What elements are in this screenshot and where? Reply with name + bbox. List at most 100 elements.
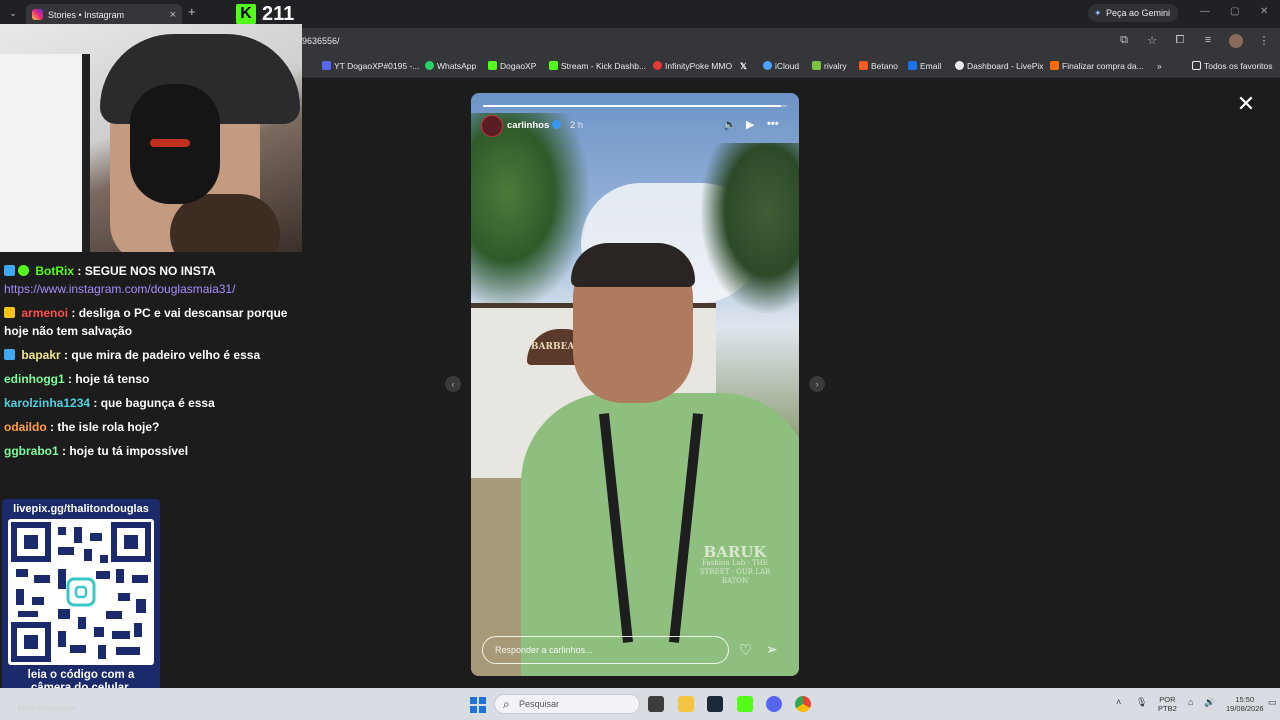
bookmark-item[interactable]: rivalry <box>812 61 847 71</box>
chat-message: ggbrabo1 : hoje tu tá impossível <box>0 442 300 460</box>
language-indicator[interactable]: POR PTB2 <box>1158 695 1177 713</box>
all-favorites-folder[interactable]: Todos os favoritos <box>1192 61 1273 71</box>
steam-icon[interactable] <box>707 696 723 712</box>
bookmark-item[interactable]: Finalizar compra da... <box>1050 61 1144 71</box>
livepix-qr-panel: livepix.gg/thalitondouglas leia o código… <box>2 499 160 701</box>
play-icon[interactable]: ▶ <box>746 118 754 131</box>
qr-caption-line1: leia o código com a <box>27 669 135 681</box>
shirt-print: BARUK Fashion Lab · THE STREET · OUR LAB… <box>695 545 775 586</box>
url-field[interactable]: 9636556/ <box>302 36 340 46</box>
subscriber-badge-icon <box>4 307 15 318</box>
language-code: POR <box>1159 695 1176 704</box>
microphone-icon[interactable]: 🎙 <box>1136 698 1147 707</box>
person-shirt <box>521 393 799 676</box>
bookmark-item[interactable]: 𝕏 <box>740 61 747 72</box>
task-view-icon[interactable] <box>648 696 664 712</box>
media-controls-icon[interactable]: ≡ <box>1200 34 1216 51</box>
profile-avatar[interactable] <box>1228 34 1244 51</box>
discord-icon[interactable] <box>766 696 782 712</box>
story-progress-fill <box>483 105 781 107</box>
email-icon <box>908 61 917 70</box>
maximize-icon[interactable]: ▢ <box>1230 6 1239 17</box>
notifications-icon[interactable]: ▭ <box>1268 698 1277 707</box>
chat-text: : SEGUE NOS NO INSTA <box>77 264 216 278</box>
install-app-icon[interactable]: ⧉ <box>1116 34 1132 51</box>
file-explorer-icon[interactable] <box>678 696 694 712</box>
like-heart-icon[interactable]: ♡ <box>739 641 752 659</box>
pokeball-icon <box>653 61 662 70</box>
x-icon: 𝕏 <box>740 61 747 71</box>
verified-badge-icon <box>18 265 29 276</box>
bookmark-star-icon[interactable]: ☆ <box>1144 34 1160 51</box>
tab-title: Stories • Instagram <box>48 10 125 20</box>
chat-username[interactable]: BotRix <box>35 264 74 278</box>
gemini-button[interactable]: Peça ao Gemini <box>1088 4 1179 22</box>
chat-message: https://www.instagram.com/douglasmaia31/ <box>0 280 300 298</box>
chat-username[interactable]: bapakr <box>21 348 60 362</box>
story-header: carlinhos 2 h <box>481 115 583 137</box>
chat-username[interactable]: armenoi <box>21 306 68 320</box>
clock-date: 19/08/2026 <box>1226 704 1264 713</box>
bookmark-item[interactable]: DogaoXP <box>488 61 536 71</box>
network-icon[interactable]: ⌂ <box>1188 698 1193 707</box>
tray-overflow-icon[interactable]: ˄ <box>1116 698 1121 707</box>
streamer-webcam <box>0 24 302 252</box>
taskbar-search-input[interactable]: Pesquisar <box>494 694 640 714</box>
shirt-subtext: Fashion Lab · THE STREET · OUR LAB BATON <box>699 559 771 585</box>
betano-icon <box>859 61 868 70</box>
close-window-icon[interactable]: ✕ <box>1260 6 1268 17</box>
bookmark-item[interactable]: WhatsApp <box>425 61 476 71</box>
bookmark-item[interactable]: Betano <box>859 61 898 71</box>
chrome-icon[interactable] <box>795 696 811 712</box>
chat-username[interactable]: odaildo <box>4 420 47 434</box>
kick-icon <box>488 61 497 70</box>
chat-text: : hoje tu tá impossível <box>62 444 189 458</box>
bookmark-item[interactable]: InfinityPoke MMO <box>653 61 732 71</box>
previous-story-icon[interactable]: ‹ <box>445 376 461 392</box>
tab-instagram-stories[interactable]: Stories • Instagram × <box>26 4 182 26</box>
avatar[interactable] <box>481 115 503 137</box>
reply-input[interactable]: Responder a carlinhos... <box>482 636 729 664</box>
bookmark-item[interactable]: Stream - Kick Dashb... <box>549 61 646 71</box>
chat-link[interactable]: https://www.instagram.com/douglasmaia31/ <box>4 282 235 296</box>
story-media[interactable]: BARBEARIA <box>471 93 799 676</box>
bookmark-item[interactable]: Email <box>908 61 941 71</box>
tab-search-dropdown-icon[interactable]: ⌄ <box>6 6 20 20</box>
bookmark-item[interactable]: iCloud <box>763 61 799 71</box>
livepix-url: livepix.gg/thalitondouglas <box>13 503 149 515</box>
extensions-icon[interactable]: ⧠ <box>1172 34 1188 51</box>
folder-icon <box>1192 61 1201 70</box>
chat-username[interactable]: edinhogg1 <box>4 372 65 386</box>
bookmarks-overflow-icon[interactable]: » <box>1157 61 1162 71</box>
bookmark-item[interactable]: Dashboard - LivePix <box>955 61 1044 71</box>
story-username[interactable]: carlinhos <box>507 120 549 131</box>
chat-message: karolzinha1234 : que bagunça é essa <box>0 394 300 412</box>
chat-username[interactable]: ggbrabo1 <box>4 444 59 458</box>
livepix-icon <box>955 61 964 70</box>
instagram-icon <box>32 9 43 20</box>
app-icon[interactable] <box>737 696 753 712</box>
close-story-icon[interactable]: ✕ <box>1234 92 1258 116</box>
qr-code <box>8 519 154 665</box>
bookmark-favicon-icon <box>322 61 331 70</box>
mute-icon[interactable]: 🔈 <box>723 118 737 131</box>
kick-icon <box>549 61 558 70</box>
clock[interactable]: 15:50 19/08/2026 <box>1226 695 1264 713</box>
chat-text: : que bagunça é essa <box>93 396 215 410</box>
more-options-icon[interactable]: ••• <box>767 118 779 130</box>
volume-icon[interactable]: 🔊 <box>1204 698 1215 707</box>
kick-logo-icon: K <box>236 4 256 24</box>
bookmark-item[interactable]: YT DogaoXP#0195 -... <box>322 61 419 71</box>
moderator-badge-icon <box>4 265 15 276</box>
shop-icon <box>1050 61 1059 70</box>
share-send-icon[interactable]: ➢ <box>766 641 778 658</box>
weather-widget[interactable]: Fred ensolarado <box>18 704 76 713</box>
windows-start-icon[interactable] <box>470 697 486 713</box>
menu-icon[interactable]: ⋮ <box>1256 34 1272 51</box>
keyboard-layout: PTB2 <box>1158 704 1177 713</box>
next-story-icon[interactable]: › <box>809 376 825 392</box>
tab-close-icon[interactable]: × <box>170 4 176 26</box>
minimize-icon[interactable]: — <box>1200 6 1210 17</box>
chat-username[interactable]: karolzinha1234 <box>4 396 90 410</box>
new-tab-button[interactable]: + <box>188 4 196 19</box>
